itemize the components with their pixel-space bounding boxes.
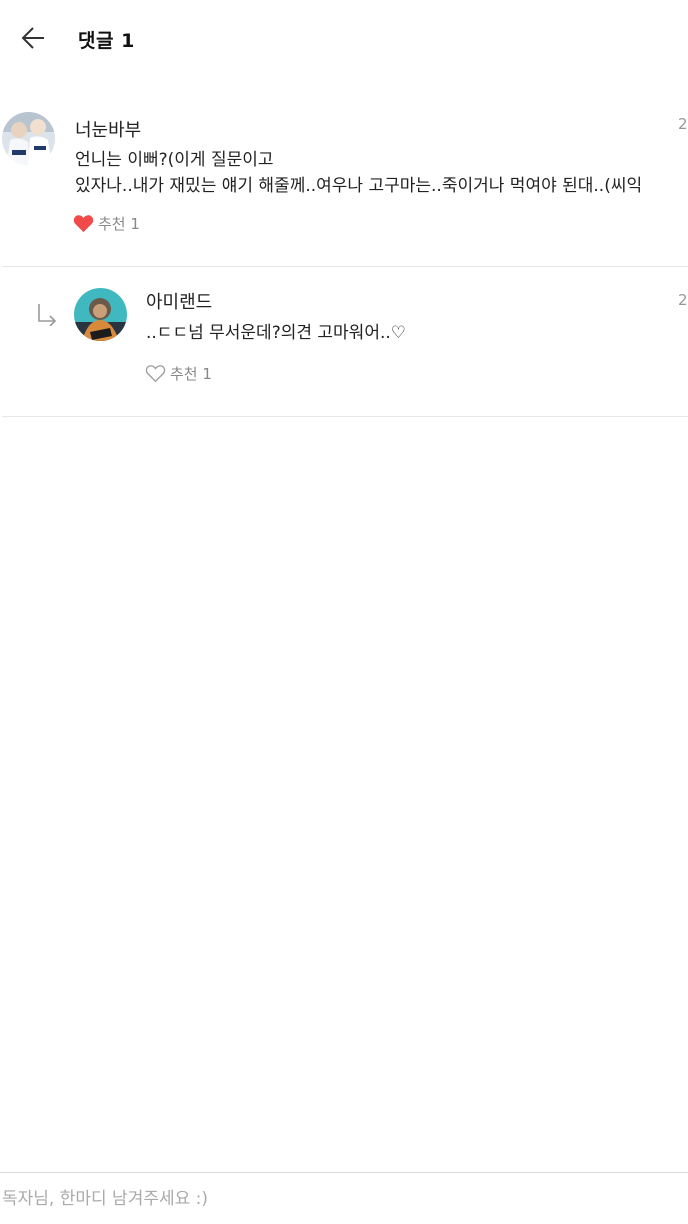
comment-line: 있자나..내가 재밌는 얘기 해줄께..여우나 고구마는..죽이거나 먹여야 된… bbox=[75, 176, 643, 196]
like-button[interactable]: 추천 1 bbox=[73, 212, 140, 234]
like-count: 추천 1 bbox=[98, 214, 140, 233]
arrow-left-icon bbox=[21, 27, 44, 49]
user-avatar-photo bbox=[2, 112, 55, 165]
comment-body: ..ㄷㄷ넘 무서운데?의견 고마워어..♡ bbox=[146, 320, 686, 346]
comment-date: 2 bbox=[678, 115, 688, 133]
heart-filled-icon bbox=[73, 214, 94, 232]
page-title: 댓글 1 bbox=[78, 30, 135, 52]
comment-author[interactable]: 너눈바부 bbox=[75, 116, 141, 142]
comment-author[interactable]: 아미랜드 bbox=[146, 288, 212, 314]
top-bar: 댓글 1 bbox=[0, 0, 688, 76]
comment-composer bbox=[0, 1172, 688, 1224]
user-avatar[interactable] bbox=[74, 288, 127, 341]
user-avatar[interactable] bbox=[2, 112, 55, 165]
comment-input[interactable] bbox=[2, 1183, 682, 1215]
reply-arrow-icon bbox=[38, 304, 57, 326]
comment-line: ..ㄷㄷ넘 무서운데?의견 고마워어..♡ bbox=[146, 323, 407, 343]
comment-line: 언니는 이뻐?(이게 질문이고 bbox=[75, 150, 274, 170]
like-button[interactable]: 추천 1 bbox=[145, 362, 212, 384]
like-count: 추천 1 bbox=[170, 364, 212, 383]
divider bbox=[2, 416, 688, 417]
heart-outline-icon bbox=[145, 364, 166, 382]
back-button[interactable] bbox=[14, 20, 54, 56]
comment-date: 2 bbox=[678, 291, 688, 309]
user-avatar-photo bbox=[74, 288, 127, 341]
divider bbox=[2, 266, 688, 267]
comment-body: 언니는 이뻐?(이게 질문이고 있자나..내가 재밌는 얘기 해줄께..여우나 … bbox=[75, 147, 688, 199]
